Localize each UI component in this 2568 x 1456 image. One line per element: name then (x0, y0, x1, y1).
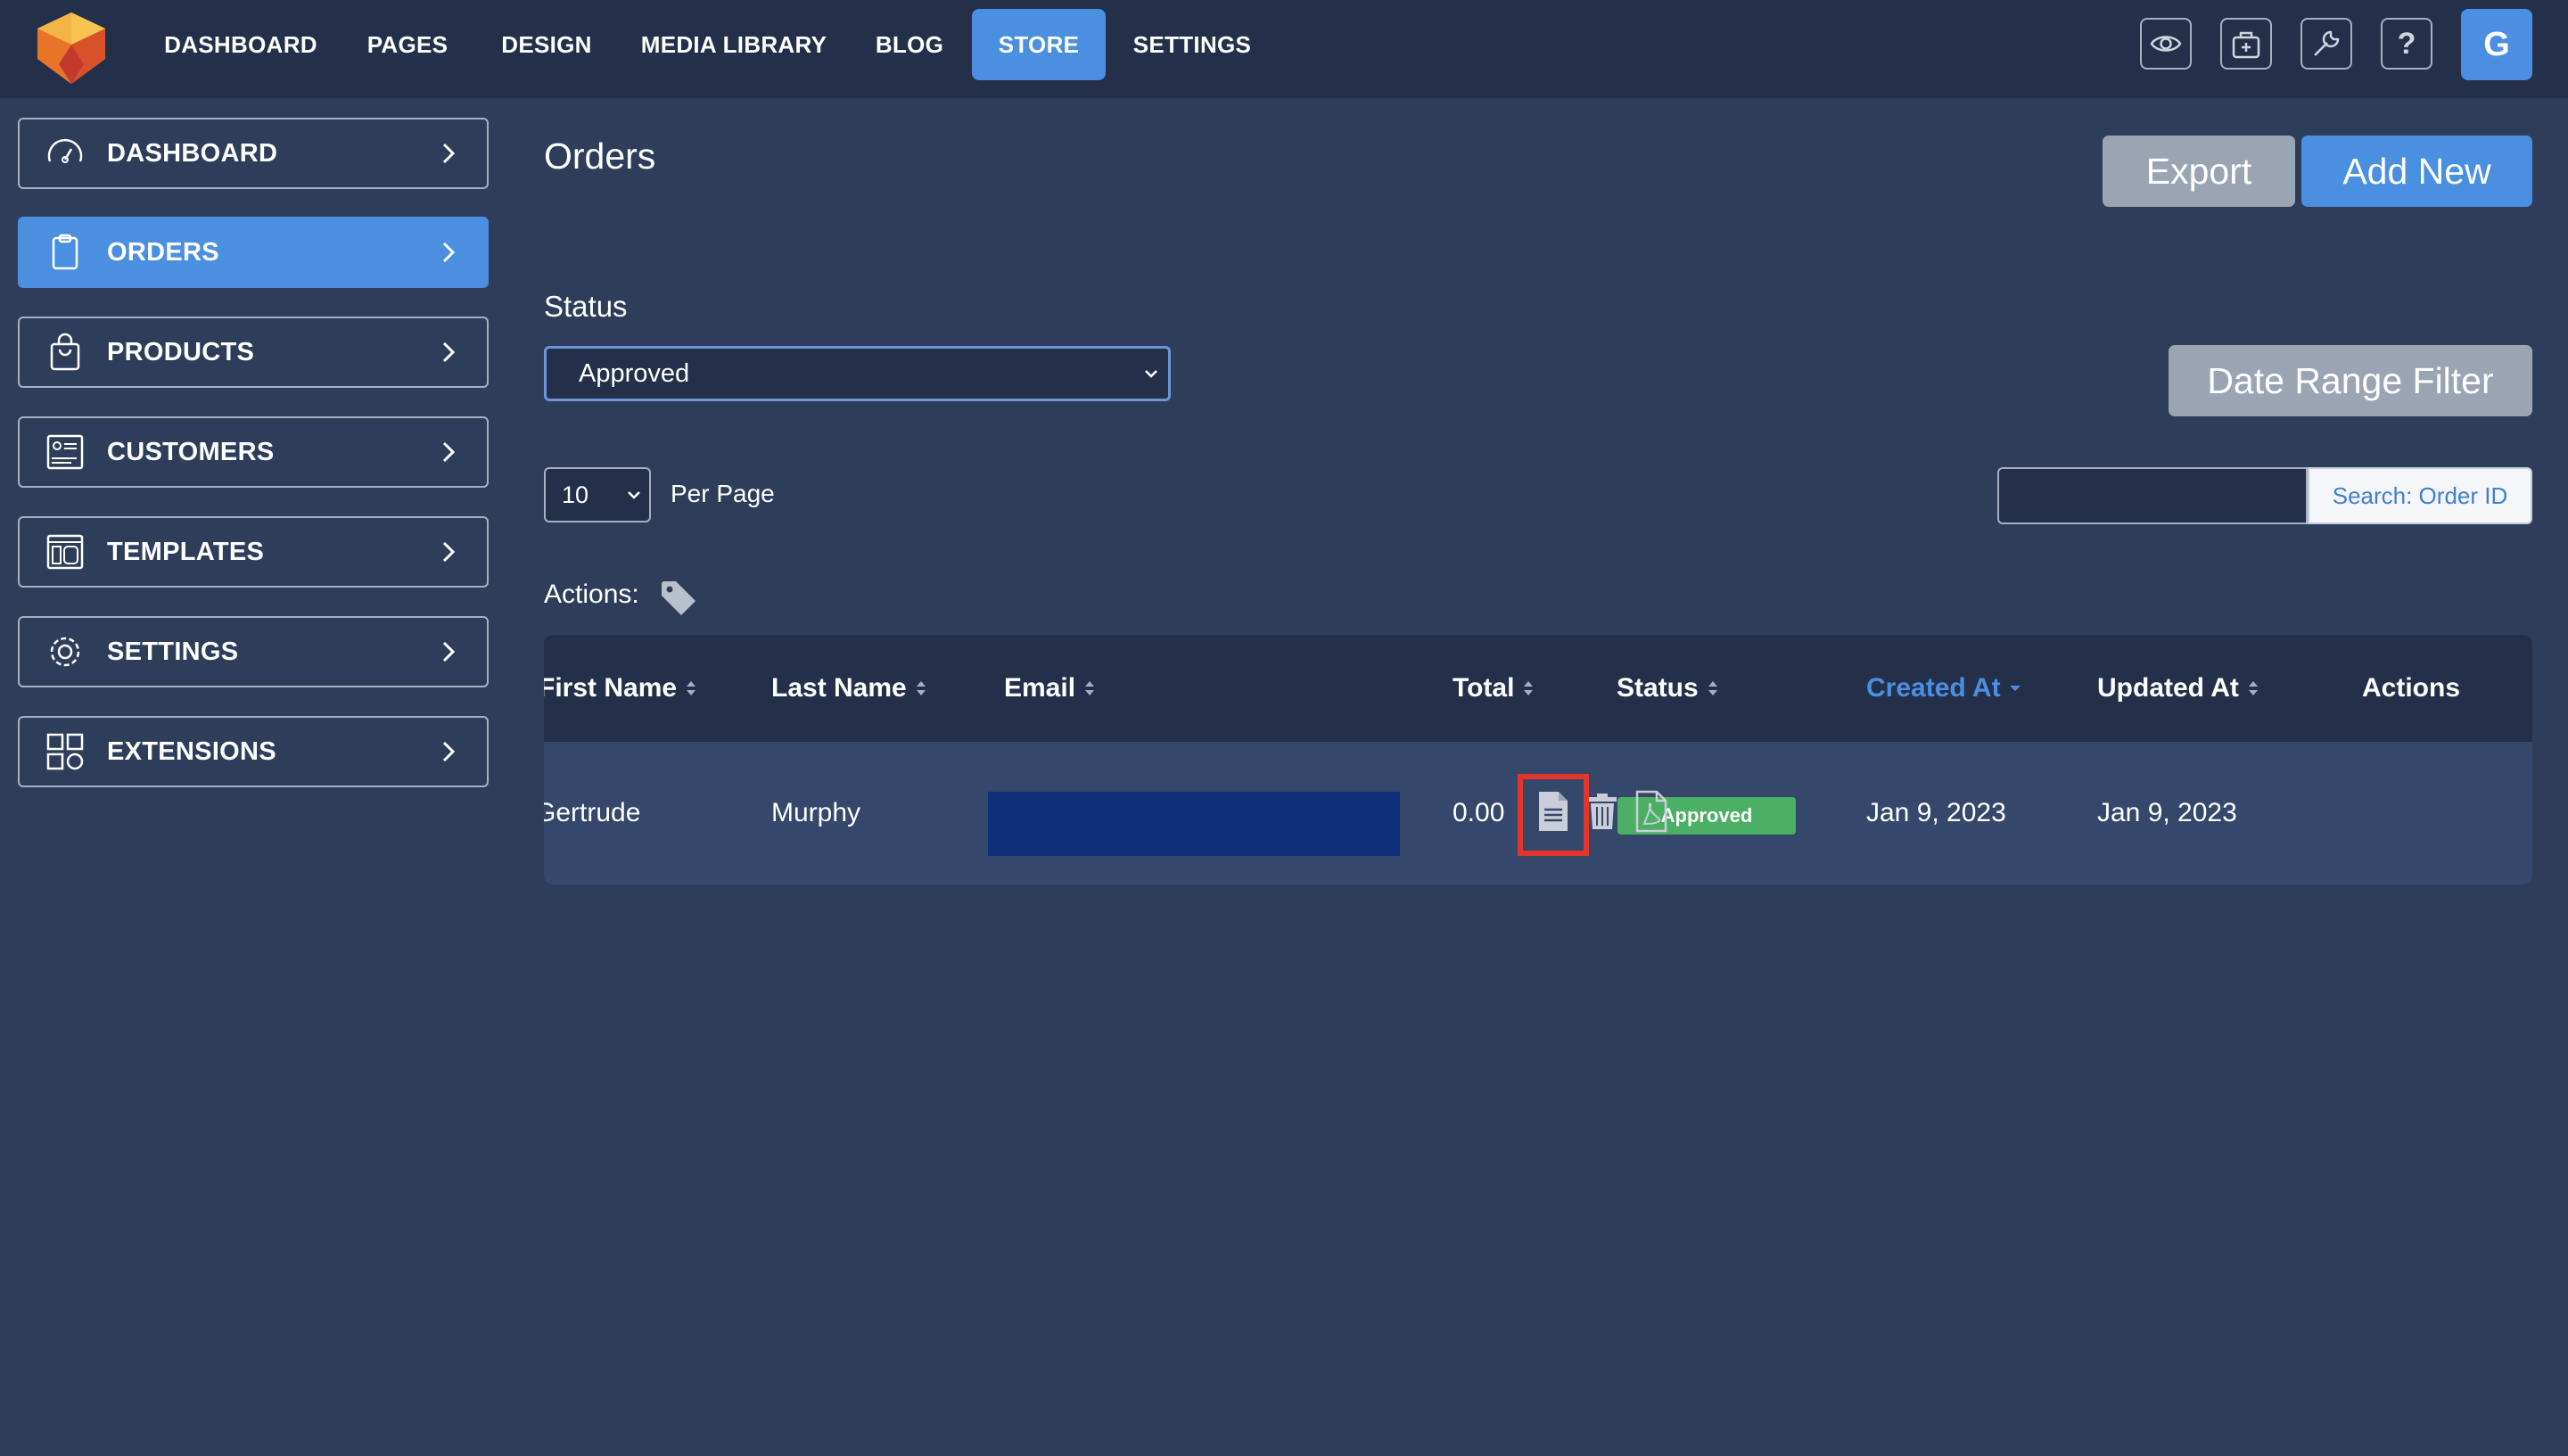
sidebar-item-label: SETTINGS (107, 637, 239, 666)
per-page-label: Per Page (671, 480, 775, 507)
wrench-icon (2314, 30, 2340, 56)
column-label: Total (1453, 673, 1515, 703)
column-first-name[interactable]: First Name (544, 635, 698, 742)
sidebar-item-label: TEMPLATES (107, 537, 265, 566)
store-button[interactable] (2220, 18, 2272, 70)
column-created-at[interactable]: Created At (1866, 635, 2022, 742)
chevron-down-icon (628, 491, 640, 499)
sidebar-item-label: PRODUCTS (107, 337, 255, 366)
nav-dashboard[interactable]: DASHBOARD (159, 9, 323, 80)
page-title: Orders (544, 136, 656, 177)
sort-icon (1708, 681, 1717, 695)
column-email[interactable]: Email (1004, 635, 1097, 742)
bulk-actions-label: Actions: (544, 580, 639, 609)
column-label: Email (1004, 673, 1076, 703)
sidebar-item-label: EXTENSIONS (107, 736, 276, 766)
eye-icon (2150, 36, 2182, 52)
cell-updated-at: Jan 9, 2023 (2097, 798, 2237, 827)
sort-icon (687, 681, 696, 695)
column-last-name[interactable]: Last Name (771, 635, 928, 742)
column-label: Last Name (771, 673, 907, 703)
cell-first-name: Gertrude (544, 798, 641, 827)
column-actions: Actions (2362, 635, 2460, 742)
status-select-value: Approved (579, 358, 690, 388)
sidebar-item-label: ORDERS (107, 237, 219, 267)
chevron-down-icon (1145, 370, 1157, 378)
selection-highlight (1518, 774, 1589, 856)
column-label: First Name (544, 673, 678, 703)
help-button[interactable]: ? (2381, 18, 2432, 70)
help-icon: ? (2397, 26, 2416, 61)
sidebar-item-label: DASHBOARD (107, 138, 278, 168)
gear-icon (43, 629, 87, 674)
cell-email-redacted (988, 792, 1400, 856)
nav-settings[interactable]: SETTINGS (1125, 9, 1259, 80)
avatar-button[interactable]: G (2461, 9, 2532, 80)
trash-icon (1588, 794, 1617, 829)
contact-list-icon (43, 430, 87, 474)
search-order-id-button[interactable]: Search: Order ID (2308, 467, 2532, 524)
sidebar-item-products[interactable]: PRODUCTS (18, 317, 489, 388)
sidebar-item-label: CUSTOMERS (107, 437, 275, 466)
sidebar-item-templates[interactable]: TEMPLATES (18, 516, 489, 588)
template-icon (43, 530, 87, 574)
per-page-value: 10 (562, 481, 589, 508)
per-page-select[interactable]: 10 (544, 467, 651, 522)
column-updated-at[interactable]: Updated At (2097, 635, 2260, 742)
search-input[interactable] (1997, 467, 2308, 524)
sort-icon (1085, 681, 1095, 695)
nav-media-library[interactable]: MEDIA LIBRARY (637, 9, 831, 80)
export-button[interactable]: Export (2103, 136, 2295, 207)
column-status[interactable]: Status (1617, 635, 1720, 742)
nav-design[interactable]: DESIGN (490, 9, 603, 80)
sort-desc-icon (2009, 686, 2021, 691)
logo-icon[interactable] (32, 9, 111, 87)
nav-blog[interactable]: BLOG (865, 9, 954, 80)
gauge-icon (43, 131, 87, 176)
table-row: Gertrude Murphy 0.00 Approved Jan 9, 202… (544, 742, 2532, 884)
sidebar-item-orders[interactable]: ORDERS (18, 217, 489, 288)
sort-icon (916, 681, 926, 695)
add-new-button[interactable]: Add New (2301, 136, 2532, 207)
nav-store[interactable]: STORE (972, 9, 1106, 80)
chevron-right-icon (442, 541, 456, 563)
nav-pages[interactable]: PAGES (357, 9, 458, 80)
sort-icon (1524, 681, 1534, 695)
download-pdf-button[interactable] (1632, 788, 1671, 835)
pdf-icon (1635, 790, 1667, 833)
column-total[interactable]: Total (1453, 635, 1535, 742)
shopping-bag-icon (43, 330, 87, 374)
sidebar-item-customers[interactable]: CUSTOMERS (18, 416, 489, 488)
top-navbar: DASHBOARD PAGES DESIGN MEDIA LIBRARY BLO… (0, 0, 2568, 98)
chevron-right-icon (442, 441, 456, 463)
sidebar-item-dashboard[interactable]: DASHBOARD (18, 118, 489, 189)
orders-table: First Name Last Name Email Total Status … (544, 635, 2532, 884)
cell-total: 0.00 (1453, 798, 1505, 827)
chevron-right-icon (442, 341, 456, 363)
column-label: Actions (2362, 673, 2461, 703)
column-label: Created At (1866, 673, 2001, 703)
table-header: First Name Last Name Email Total Status … (544, 635, 2532, 742)
avatar-letter: G (2483, 25, 2510, 63)
cell-created-at: Jan 9, 2023 (1866, 798, 2006, 827)
tools-button[interactable] (2300, 18, 2352, 70)
chevron-right-icon (442, 741, 456, 762)
clipboard-icon (43, 230, 87, 275)
sidebar-item-settings[interactable]: SETTINGS (18, 616, 489, 687)
column-label: Status (1617, 673, 1699, 703)
store-icon (2232, 31, 2260, 59)
status-filter-label: Status (544, 290, 628, 323)
sidebar-item-extensions[interactable]: EXTENSIONS (18, 716, 489, 787)
cell-last-name: Murphy (771, 798, 861, 827)
sort-icon (2248, 681, 2258, 695)
grid-shapes-icon (43, 729, 87, 774)
chevron-right-icon (442, 242, 456, 263)
preview-button[interactable] (2140, 18, 2192, 70)
column-label: Updated At (2097, 673, 2239, 703)
date-range-filter-button[interactable]: Date Range Filter (2169, 345, 2532, 416)
status-select[interactable]: Approved (544, 346, 1171, 401)
chevron-right-icon (442, 143, 456, 164)
tag-icon[interactable] (658, 578, 699, 619)
chevron-right-icon (442, 641, 456, 662)
